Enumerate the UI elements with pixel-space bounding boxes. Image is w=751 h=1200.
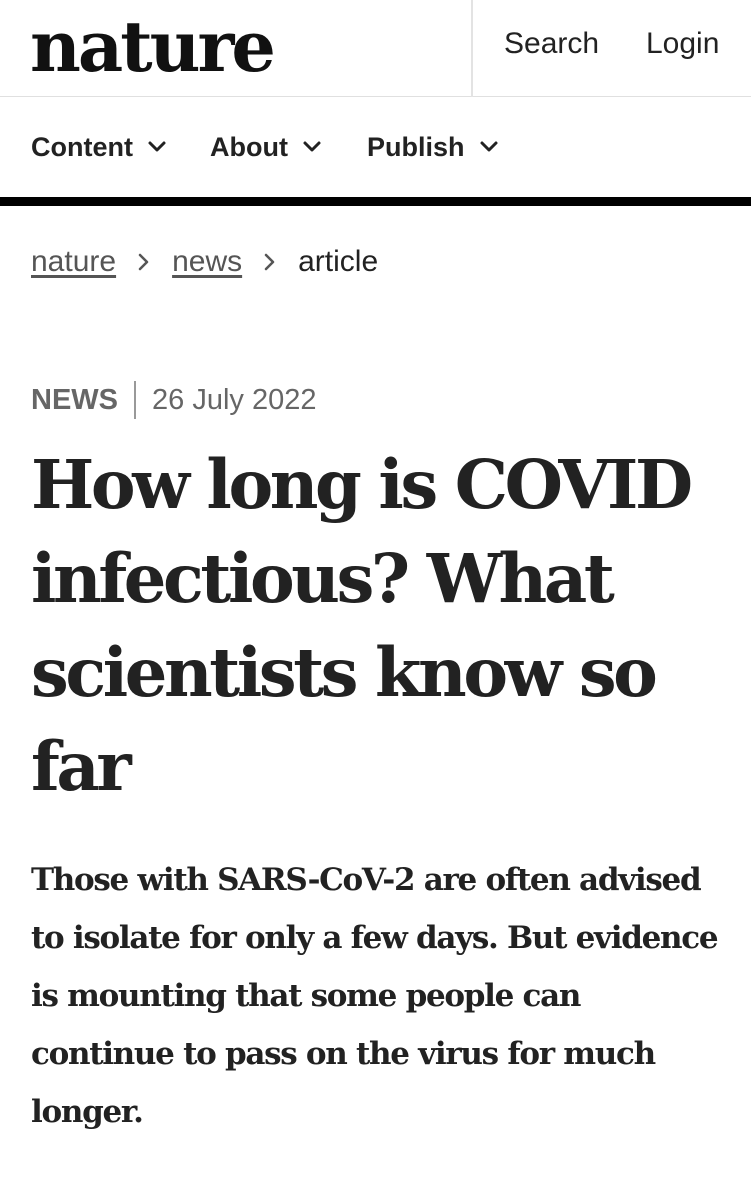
search-link[interactable]: Search: [504, 24, 599, 64]
article-date: 26 July 2022: [152, 384, 317, 416]
breadcrumb: nature news article: [31, 242, 378, 282]
main-nav: Content About Publish: [0, 97, 751, 199]
article-type: NEWS: [31, 384, 118, 416]
chevron-down-icon: [303, 141, 321, 152]
nav-item-about[interactable]: About: [210, 127, 322, 167]
chevron-right-icon: [138, 253, 149, 271]
article-title: How long is COVID infectious? What scien…: [31, 445, 693, 806]
chevron-right-icon: [264, 253, 275, 271]
nature-logo[interactable]: nature: [30, 4, 276, 90]
chevron-down-icon: [148, 141, 166, 152]
nav-item-label: Publish: [367, 132, 465, 162]
nav-item-content[interactable]: Content: [31, 127, 167, 167]
nav-item-publish[interactable]: Publish: [367, 127, 499, 167]
chevron-down-icon: [480, 141, 498, 152]
header-divider: [471, 0, 473, 97]
breadcrumb-link-news[interactable]: news: [172, 242, 242, 282]
breadcrumb-current: article: [298, 245, 379, 278]
login-link[interactable]: Login: [646, 24, 719, 64]
nav-item-label: About: [210, 132, 288, 162]
site-header: nature Search Login: [0, 0, 751, 97]
article-meta: NEWS 26 July 2022: [31, 380, 316, 420]
article-standfirst: Those with SARS-CoV-2 are often advised …: [31, 862, 719, 1130]
meta-divider: [134, 381, 136, 419]
breadcrumb-link-nature[interactable]: nature: [31, 242, 116, 282]
nav-item-label: Content: [31, 132, 133, 162]
nav-bottom-rule: [0, 197, 751, 206]
